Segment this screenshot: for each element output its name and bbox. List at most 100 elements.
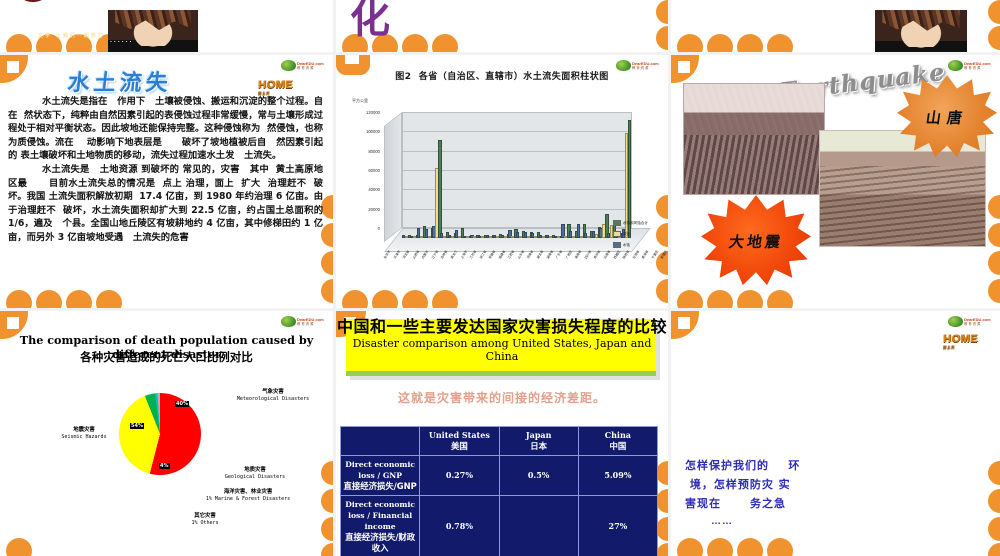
bar-group: [553, 118, 564, 238]
bar-group: [432, 118, 442, 238]
closing-text: 怎样保护我们的 环 境，怎样预防灾 实害现在 务之急: [685, 456, 915, 513]
legend-label: 水蚀和风蚀合计: [622, 220, 648, 225]
pie-label-marine-forest: 海洋灾害、林业灾害 1% Marine & Forest Disasters: [178, 489, 318, 503]
legend-swatch: [612, 242, 621, 248]
bar-group: [569, 118, 579, 238]
subtitle-text: 这就是灾害带来的间接的经济差距。: [397, 391, 606, 405]
pie-label-others: 其它灾害 1% Others: [150, 513, 260, 527]
bar-group: [485, 118, 495, 238]
pie-label-seismic-cn: 地震灾害: [73, 427, 95, 433]
bar-group: [561, 118, 571, 238]
legend-item: 水蚀: [612, 242, 648, 248]
logo-subtext: 教 育 资 源: [297, 321, 314, 326]
bar-group: [599, 118, 609, 238]
home-button[interactable]: HOME 回主页: [258, 79, 293, 95]
top-slide-a-dots: ......: [110, 38, 134, 44]
home-button-label: HOME: [943, 333, 978, 345]
cell-gnp-cn: 5.09%: [577, 455, 659, 496]
bar-group: [515, 118, 526, 238]
top-slide-a[interactable]: 文学 让我们一起努力 ......: [0, 0, 333, 52]
slide-earthquake[interactable]: DearEDU.com 教 育 资 源 Earthquake 山唐 大地震: [671, 55, 1000, 308]
bar-group: [523, 118, 533, 238]
leaf-icon: [281, 316, 296, 327]
bar-group: [576, 118, 586, 238]
pie-label-geological: 地质灾害 Geological Disasters: [200, 467, 310, 481]
pie-label-marine-forest-en: 1% Marine & Forest Disasters: [205, 496, 291, 502]
leaf-icon: [281, 60, 296, 71]
table-row: Direct economic loss / Financial income 直…: [339, 495, 659, 556]
deco-bottom-discs: [0, 290, 333, 308]
red-blob-shape: [16, 0, 50, 2]
slide-death-pie[interactable]: DearEDU.com 教 育 资 源 The comparison of dea…: [0, 311, 333, 556]
y-axis-label: 平方公里: [352, 98, 368, 103]
cell-text-en: Direct economic loss / GNP: [345, 460, 415, 480]
x-axis-ticks: 北京市 天津市 河北省 山西省 内蒙古 辽宁省 吉林省 黑龙江 上海市 江苏省 浙江省 安徽省 福建省江…: [382, 249, 668, 295]
bar-group: [538, 118, 548, 238]
bar-group: [462, 118, 472, 238]
gridline: [402, 112, 632, 113]
cell-text-en: United States: [428, 430, 490, 440]
bar-group: [402, 118, 412, 238]
bar-group: [500, 118, 510, 238]
deco-bottom-discs: [671, 538, 1000, 556]
deco-bottom-discs: [0, 538, 333, 556]
logo-subtext: 教 育 资 源: [297, 65, 314, 70]
chart-legend: 水蚀和风蚀合计风蚀水蚀: [612, 220, 648, 253]
cell-text-en: Japan: [525, 430, 552, 440]
legend-label: 水蚀: [622, 242, 631, 247]
top-slide-c[interactable]: [671, 0, 1000, 52]
top-slide-b[interactable]: 化 开启知国内 传统的一场大存在: [336, 0, 668, 52]
bar-group: [455, 118, 465, 238]
pie-label-meteorological-cn: 气象灾害: [262, 389, 284, 395]
bar-group: [546, 118, 556, 238]
cell-text-en: China: [604, 430, 631, 440]
cell-text-cn: 日本: [530, 441, 547, 451]
chart-title-cn: 各种灾害造成的死亡人口比例对比: [80, 350, 253, 364]
chart-title: 图2 各省（自治区、直辖市）水土流失面积柱状图: [395, 72, 609, 82]
paragraph-1: 水土流失是指在 作用下 土壤被侵蚀、搬运和沉淀的整个过程。自在 然状态下，纯粹由…: [8, 96, 323, 162]
bar-group: [591, 118, 602, 238]
slide-loss-table[interactable]: 中国和一些主要发达国家灾害损失程度的比较 Disaster comparison…: [336, 311, 668, 556]
deco-corner-square: [0, 55, 28, 83]
closing-line: 害现在 务之急: [685, 497, 786, 510]
bar-chart: 平方公里 0 20000 40000 60000 80000 100000 120000 北…: [350, 90, 668, 295]
slide-body-text: 水土流失是指在 作用下 土壤被侵蚀、搬运和沉淀的整个过程。自在 然状态下，纯粹由…: [8, 95, 323, 245]
y-axis-tick: 20000: [368, 206, 380, 212]
top-slide-b-caption: 开启知国内 传统的一场大存在: [408, 0, 502, 1]
loss-comparison-table: United States 美国 Japan 日本 China 中国 Direct e…: [339, 426, 659, 556]
row-label-gnp: Direct economic loss / GNP 直接经济损失/GNP: [339, 455, 421, 496]
dearedu-logo: DearEDU.com 教 育 资 源: [948, 59, 994, 72]
pie-label-meteorological-en: Meteorological Disasters: [236, 396, 310, 402]
pie-label-meteorological: 气象灾害 Meteorological Disasters: [220, 389, 326, 403]
deco-corner-square: [671, 311, 699, 339]
deco-right-discs: [654, 0, 668, 52]
cell-text-cn: 直接经济损失/财政收入: [345, 532, 416, 553]
leaf-icon: [948, 316, 963, 327]
slide-erosion-chart[interactable]: DearEDU.com 教 育 资 源 图2 各省（自治区、直辖市）水土流失面积柱…: [336, 55, 668, 308]
slide-closing[interactable]: DearEDU.com 教 育 资 源 HOME 回主页 怎样保护我们的 环 境，…: [671, 311, 1000, 556]
top-slide-b-glyph: 化: [350, 0, 390, 42]
page-title: 水土流失: [66, 71, 174, 96]
table-col-cn: China 中国: [577, 426, 659, 456]
dearedu-logo: DearEDU.com 教 育 资 源: [281, 315, 327, 328]
deco-corner-square: [671, 55, 699, 83]
pie-label-geological-en: Geological Disasters: [224, 474, 286, 480]
slide-soil-erosion[interactable]: DearEDU.com 教 育 资 源 水土流失 HOME 回主页 水土流失是指在…: [0, 55, 333, 308]
bar-group: [477, 118, 488, 238]
earthquake-ruins-photo: [683, 83, 825, 195]
home-button[interactable]: HOME 回主页: [943, 333, 978, 349]
starburst-big-earthquake: 大地震: [701, 195, 811, 286]
paragraph-2: 水土流失是 土地资源 到破坏的 常见的，灾害 其中 黄土高原地区最 目前水土流失…: [8, 163, 323, 243]
y-axis-tick: 40000: [368, 187, 380, 193]
home-button-label: HOME: [258, 79, 293, 91]
bar-group: [447, 118, 457, 238]
y-axis-tick: 100000: [366, 129, 380, 135]
table-row: Direct economic loss / GNP 直接经济损失/GNP 0.2…: [339, 455, 659, 496]
bar-group: [417, 118, 427, 238]
dearedu-logo: DearEDU.com 教 育 资 源: [948, 315, 994, 328]
starburst-tangshan-label: 山唐: [924, 108, 970, 127]
legend-item: 风蚀: [612, 231, 648, 237]
cell-income-cn: 27%: [577, 495, 659, 556]
bar-group: [508, 118, 518, 238]
cell-income-us: 0.78%: [419, 495, 500, 556]
